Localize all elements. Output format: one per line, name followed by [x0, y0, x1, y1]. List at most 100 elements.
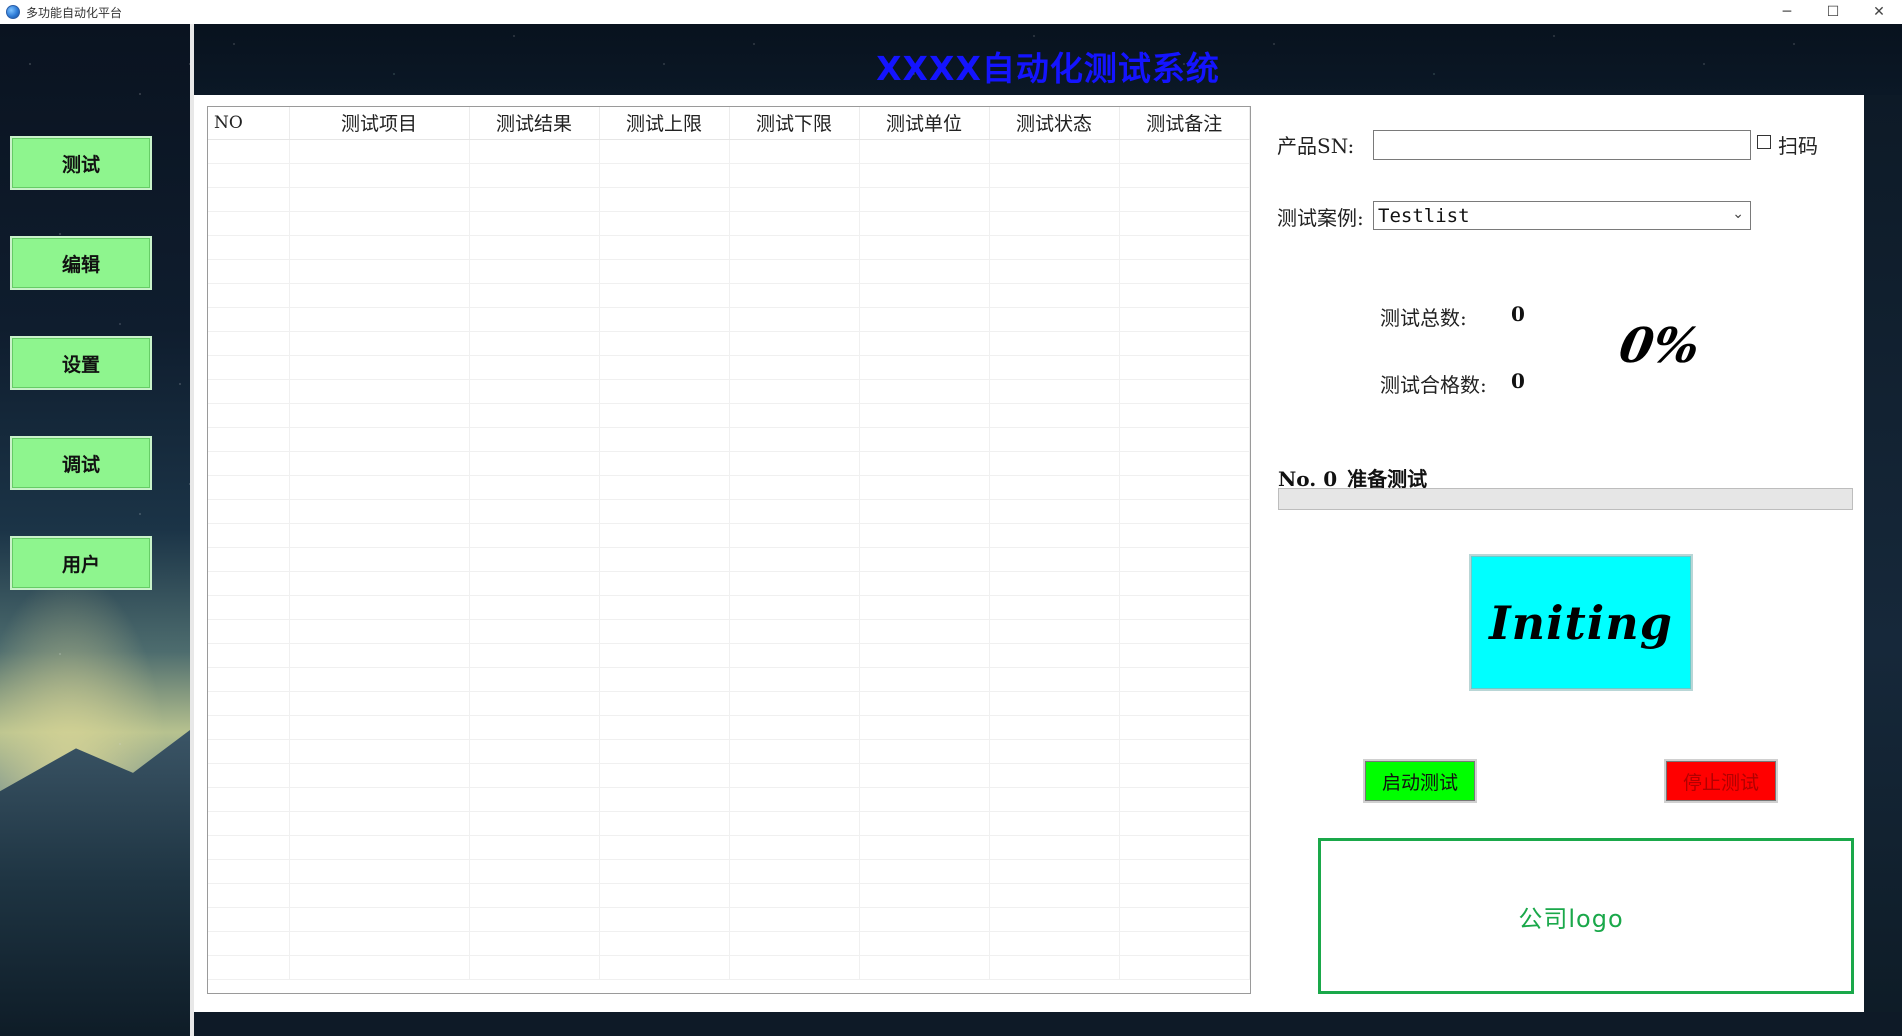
- table-cell: [469, 619, 600, 644]
- table-row[interactable]: [208, 379, 1250, 404]
- table-cell: [599, 691, 730, 716]
- table-row[interactable]: [208, 211, 1250, 236]
- nav-edit-button[interactable]: 编辑: [10, 236, 152, 290]
- stop-test-button[interactable]: 停止测试: [1664, 759, 1778, 803]
- table-cell: [729, 547, 860, 572]
- table-cell: [859, 907, 990, 932]
- table-row[interactable]: [208, 475, 1250, 500]
- table-row[interactable]: [208, 139, 1250, 164]
- table-row[interactable]: [208, 763, 1250, 788]
- table-cell: [1119, 427, 1250, 452]
- table-cell: [859, 715, 990, 740]
- table-cell: [289, 547, 470, 572]
- table-row[interactable]: [208, 643, 1250, 668]
- table-cell: [599, 451, 730, 476]
- table-cell: [859, 283, 990, 308]
- table-cell: [1119, 235, 1250, 260]
- table-cell: [469, 787, 600, 812]
- minimize-icon[interactable]: ─: [1764, 0, 1810, 24]
- maximize-icon[interactable]: ☐: [1810, 0, 1856, 24]
- table-row[interactable]: [208, 883, 1250, 908]
- results-table[interactable]: NO 测试项目 测试结果 测试上限 测试下限 测试单位 测试状态 测试备注: [207, 106, 1251, 994]
- table-cell: [289, 763, 470, 788]
- table-row[interactable]: [208, 451, 1250, 476]
- table-row[interactable]: [208, 499, 1250, 524]
- table-row[interactable]: [208, 547, 1250, 572]
- nav-debug-button[interactable]: 调试: [10, 436, 152, 490]
- column-header-unit[interactable]: 测试单位: [859, 107, 990, 140]
- table-row[interactable]: [208, 355, 1250, 380]
- start-test-button[interactable]: 启动测试: [1363, 759, 1477, 803]
- table-row[interactable]: [208, 163, 1250, 188]
- close-icon[interactable]: ✕: [1856, 0, 1902, 24]
- table-cell: [729, 739, 860, 764]
- table-cell: [208, 547, 290, 572]
- sn-input[interactable]: [1373, 130, 1751, 160]
- table-cell: [289, 187, 470, 212]
- table-cell: [599, 955, 730, 980]
- table-row[interactable]: [208, 619, 1250, 644]
- table-cell: [599, 595, 730, 620]
- table-row[interactable]: [208, 235, 1250, 260]
- table-cell: [859, 187, 990, 212]
- table-cell: [989, 931, 1120, 956]
- table-row[interactable]: [208, 931, 1250, 956]
- table-cell: [859, 955, 990, 980]
- table-row[interactable]: [208, 955, 1250, 980]
- table-cell: [729, 691, 860, 716]
- scan-checkbox[interactable]: [1757, 135, 1771, 149]
- table-row[interactable]: [208, 307, 1250, 332]
- column-header-lower-limit[interactable]: 测试下限: [729, 107, 860, 140]
- table-row[interactable]: [208, 691, 1250, 716]
- table-cell: [599, 283, 730, 308]
- column-header-remark[interactable]: 测试备注: [1119, 107, 1250, 140]
- table-cell: [469, 811, 600, 836]
- table-row[interactable]: [208, 667, 1250, 692]
- table-cell: [989, 139, 1120, 164]
- table-cell: [289, 811, 470, 836]
- table-row[interactable]: [208, 259, 1250, 284]
- table-row[interactable]: [208, 523, 1250, 548]
- column-header-no[interactable]: NO: [208, 107, 290, 140]
- column-header-result[interactable]: 测试结果: [469, 107, 600, 140]
- table-cell: [208, 787, 290, 812]
- table-cell: [599, 835, 730, 860]
- table-row[interactable]: [208, 187, 1250, 212]
- chevron-down-icon[interactable]: ⌄: [1732, 206, 1744, 222]
- table-cell: [599, 307, 730, 332]
- table-row[interactable]: [208, 403, 1250, 428]
- table-cell: [729, 907, 860, 932]
- column-header-upper-limit[interactable]: 测试上限: [599, 107, 730, 140]
- table-cell: [208, 763, 290, 788]
- table-cell: [289, 715, 470, 740]
- table-row[interactable]: [208, 859, 1250, 884]
- table-row[interactable]: [208, 907, 1250, 932]
- table-row[interactable]: [208, 427, 1250, 452]
- table-cell: [1119, 547, 1250, 572]
- table-row[interactable]: [208, 331, 1250, 356]
- table-row[interactable]: [208, 835, 1250, 860]
- table-row[interactable]: [208, 571, 1250, 596]
- table-cell: [208, 379, 290, 404]
- table-row[interactable]: [208, 715, 1250, 740]
- table-cell: [289, 835, 470, 860]
- table-row[interactable]: [208, 739, 1250, 764]
- table-row[interactable]: [208, 811, 1250, 836]
- column-header-status[interactable]: 测试状态: [989, 107, 1120, 140]
- table-cell: [859, 763, 990, 788]
- nav-settings-button[interactable]: 设置: [10, 336, 152, 390]
- table-cell: [289, 331, 470, 356]
- table-cell: [289, 475, 470, 500]
- column-header-item[interactable]: 测试项目: [289, 107, 470, 140]
- table-row[interactable]: [208, 595, 1250, 620]
- nav-user-button[interactable]: 用户: [10, 536, 152, 590]
- table-cell: [729, 235, 860, 260]
- table-cell: [989, 811, 1120, 836]
- table-cell: [1119, 259, 1250, 284]
- table-row[interactable]: [208, 787, 1250, 812]
- table-row[interactable]: [208, 283, 1250, 308]
- table-cell: [289, 739, 470, 764]
- table-cell: [469, 667, 600, 692]
- nav-test-button[interactable]: 测试: [10, 136, 152, 190]
- test-case-select[interactable]: Testlist ⌄: [1373, 201, 1751, 230]
